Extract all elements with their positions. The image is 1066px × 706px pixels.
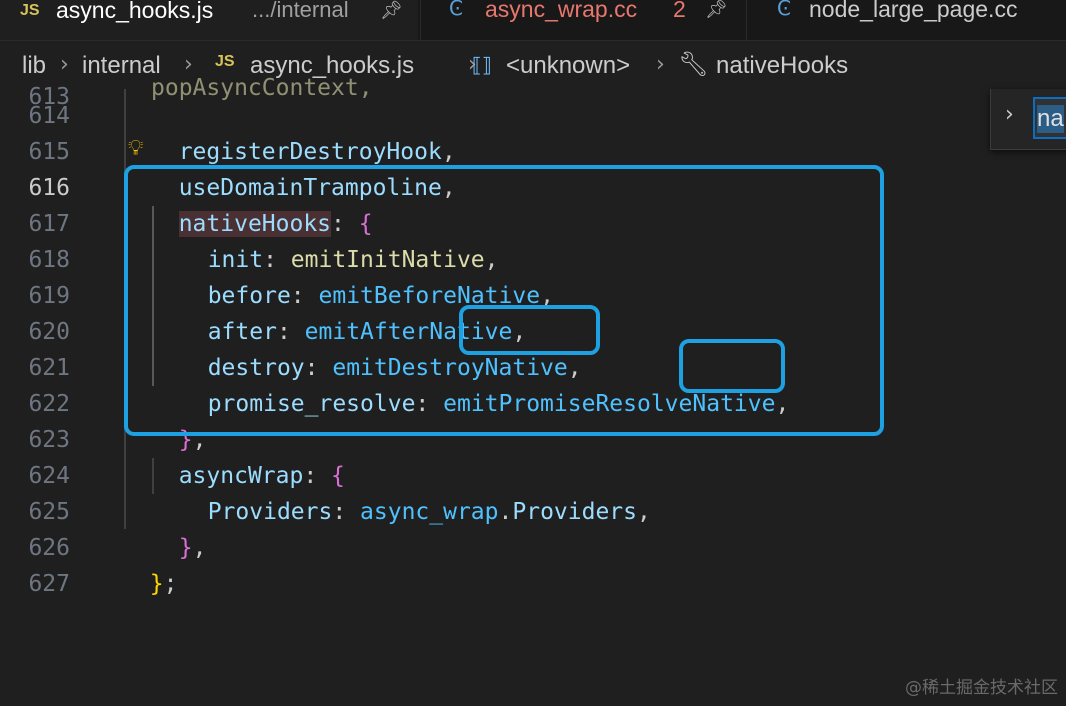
- tab-title: async_hooks.js: [56, 0, 214, 23]
- wrench-icon: 🔧︎: [678, 50, 709, 78]
- line-number: 627: [28, 571, 70, 597]
- breadcrumb-item-nativehooks[interactable]: nativeHooks: [716, 52, 848, 80]
- find-input-value: na: [1037, 105, 1064, 133]
- watermark: @稀土掘金技术社区: [905, 678, 1058, 698]
- line-number: 623: [28, 427, 70, 453]
- chevron-right-icon: ›: [60, 52, 69, 77]
- cpp-file-icon: Ͼ: [777, 0, 791, 20]
- js-file-icon: JS: [20, 2, 40, 19]
- line-number: 624: [28, 463, 70, 489]
- problem-count-badge: 2: [673, 0, 686, 22]
- highlight-box-native-suffix: [459, 305, 600, 355]
- line-number: 618: [28, 247, 70, 273]
- line-number: 614: [28, 103, 70, 129]
- chevron-right-icon[interactable]: ›: [1005, 102, 1014, 127]
- code-line[interactable]: };: [122, 530, 178, 597]
- find-input[interactable]: na: [1033, 97, 1066, 139]
- find-widget: › na: [990, 89, 1066, 150]
- line-number: 622: [28, 391, 70, 417]
- cpp-file-icon: Ͼ: [449, 0, 463, 20]
- tab-async-hooks-js[interactable]: JS async_hooks.js .../internal 📌︎: [0, 0, 418, 40]
- code-line[interactable]: registerDestroyHook,: [151, 98, 456, 165]
- tab-node-large-page-cc[interactable]: Ͼ node_large_page.cc: [746, 0, 1066, 40]
- line-number: 619: [28, 283, 70, 309]
- line-number: 620: [28, 319, 70, 345]
- tab-bar: JS async_hooks.js .../internal 📌︎ Ͼ asyn…: [0, 0, 1066, 41]
- breadcrumb-item-internal[interactable]: internal: [82, 52, 161, 80]
- code-line[interactable]: Providers: async_wrap.Providers,: [180, 458, 651, 525]
- breadcrumb-item-unknown[interactable]: <unknown>: [506, 52, 630, 80]
- breadcrumb-item-lib[interactable]: lib: [22, 52, 46, 80]
- pin-icon[interactable]: 📌︎: [380, 0, 403, 23]
- lightbulb-icon[interactable]: 💡︎: [128, 136, 143, 161]
- tab-async-wrap-cc[interactable]: Ͼ async_wrap.cc 2 📌︎: [420, 0, 744, 40]
- tab-title: node_large_page.cc: [809, 0, 1018, 22]
- tab-title: async_wrap.cc: [485, 0, 638, 22]
- highlight-box-nativehooks: [124, 165, 884, 436]
- line-number: 626: [28, 535, 70, 561]
- line-number: 617: [28, 211, 70, 237]
- code-line[interactable]: },: [151, 494, 207, 561]
- line-number: 621: [28, 355, 70, 381]
- line-number: 625: [28, 499, 70, 525]
- chevron-right-icon: ›: [656, 52, 665, 77]
- tab-path: .../internal: [252, 0, 349, 22]
- js-file-icon: JS: [215, 53, 235, 70]
- line-number: 615: [28, 139, 70, 165]
- symbol-icon: ⟦⟧: [472, 53, 492, 77]
- highlight-box-native-suffix: [679, 339, 785, 393]
- line-number-current: 616: [28, 175, 70, 201]
- pin-icon[interactable]: 📌︎: [705, 0, 728, 22]
